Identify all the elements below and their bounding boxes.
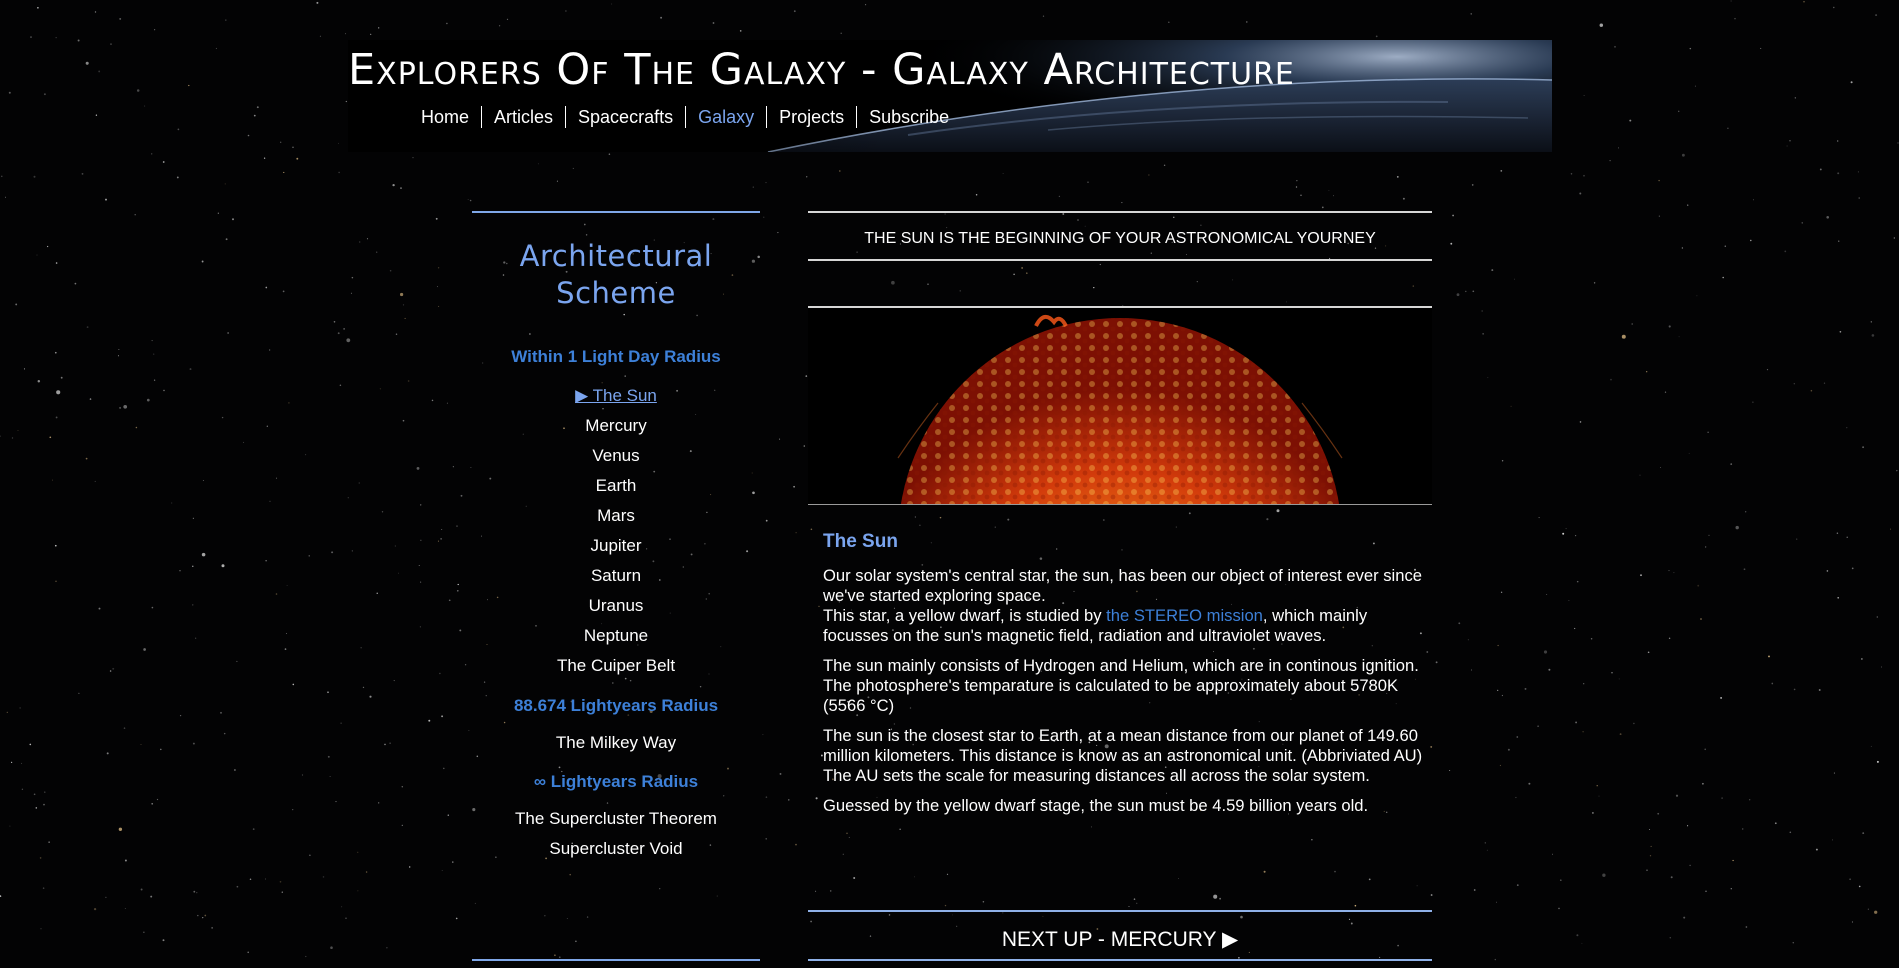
sidebar-item-mars[interactable]: Mars: [472, 505, 760, 527]
site-title: Explorers Of The Galaxy - Galaxy Archite…: [348, 45, 1295, 95]
site-header: Explorers Of The Galaxy - Galaxy Archite…: [348, 40, 1552, 152]
article-paragraph-4: Guessed by the yellow dwarf stage, the s…: [823, 796, 1369, 815]
sidebar-item-uranus[interactable]: Uranus: [472, 595, 760, 617]
article-title: The Sun: [823, 531, 898, 552]
tagline-bottom-divider: [808, 259, 1432, 261]
section-title-infinite-lightyears: ∞ Lightyears Radius: [533, 772, 699, 791]
tagline: THE SUN IS THE BEGINNING OF YOUR ASTRONO…: [864, 230, 1376, 247]
sidebar-item-mercury[interactable]: Mercury: [472, 415, 760, 437]
article-paragraph-1-line-1: Our solar system's central star, the sun…: [823, 566, 1422, 605]
nav-spacecrafts-link[interactable]: Spacecrafts: [566, 106, 687, 128]
sidebar-heading: Architectural Scheme: [472, 238, 760, 312]
next-up-mercury-link[interactable]: NEXT UP - MERCURY ▶: [808, 927, 1432, 953]
nav-subscribe-link[interactable]: Subscribe: [857, 106, 961, 128]
nav-home-link[interactable]: Home: [421, 106, 483, 128]
nav-galaxy-link[interactable]: Galaxy: [686, 106, 768, 128]
sidebar-item-the-sun[interactable]: ▶ The Sun: [472, 385, 760, 407]
architectural-scheme-sidebar: Architectural Scheme Within 1 Light Day …: [472, 211, 760, 963]
sidebar-item-supercluster-theorem[interactable]: The Supercluster Theorem: [472, 808, 760, 830]
article-body: Our solar system's central star, the sun…: [823, 566, 1437, 826]
stereo-mission-link[interactable]: the STEREO mission: [1106, 606, 1263, 625]
nav-projects-link[interactable]: Projects: [767, 106, 858, 128]
sidebar-item-venus[interactable]: Venus: [472, 445, 760, 467]
sidebar-item-earth[interactable]: Earth: [472, 475, 760, 497]
sidebar-item-jupiter[interactable]: Jupiter: [472, 535, 760, 557]
article-paragraph-1: Our solar system's central star, the sun…: [823, 566, 1437, 646]
sidebar-item-saturn[interactable]: Saturn: [472, 565, 760, 587]
next-up-top-divider: [808, 910, 1432, 912]
article-paragraph-3: The sun is the closest star to Earth, at…: [823, 726, 1423, 785]
sidebar-top-divider: [472, 211, 760, 213]
article-main: THE SUN IS THE BEGINNING OF YOUR ASTRONO…: [808, 211, 1436, 968]
article-paragraph-2: The sun mainly consists of Hydrogen and …: [823, 656, 1419, 715]
sun-image: [808, 308, 1432, 504]
image-bottom-divider: [808, 504, 1432, 505]
sidebar-item-neptune[interactable]: Neptune: [472, 625, 760, 647]
sidebar-heading-line1: Architectural: [519, 239, 713, 273]
tagline-top-divider: [808, 211, 1432, 213]
article-paragraph-1-line-2-start: This star, a yellow dwarf, is studied by: [823, 606, 1107, 625]
sidebar-item-milkey-way[interactable]: The Milkey Way: [472, 732, 760, 754]
section-title-lightyears: 88.674 Lightyears Radius: [513, 696, 719, 715]
sidebar-heading-line2: Scheme: [556, 276, 676, 310]
nav-articles-link[interactable]: Articles: [482, 106, 567, 128]
sidebar-item-cuiper-belt[interactable]: The Cuiper Belt: [472, 655, 760, 677]
sidebar-bottom-divider: [472, 959, 760, 961]
section-title-light-day: Within 1 Light Day Radius: [511, 347, 721, 366]
next-up-bottom-divider: [808, 959, 1432, 961]
sidebar-item-supercluster-void[interactable]: Supercluster Void: [472, 838, 760, 860]
main-nav: Home Articles Spacecrafts Galaxy Project…: [421, 105, 961, 129]
